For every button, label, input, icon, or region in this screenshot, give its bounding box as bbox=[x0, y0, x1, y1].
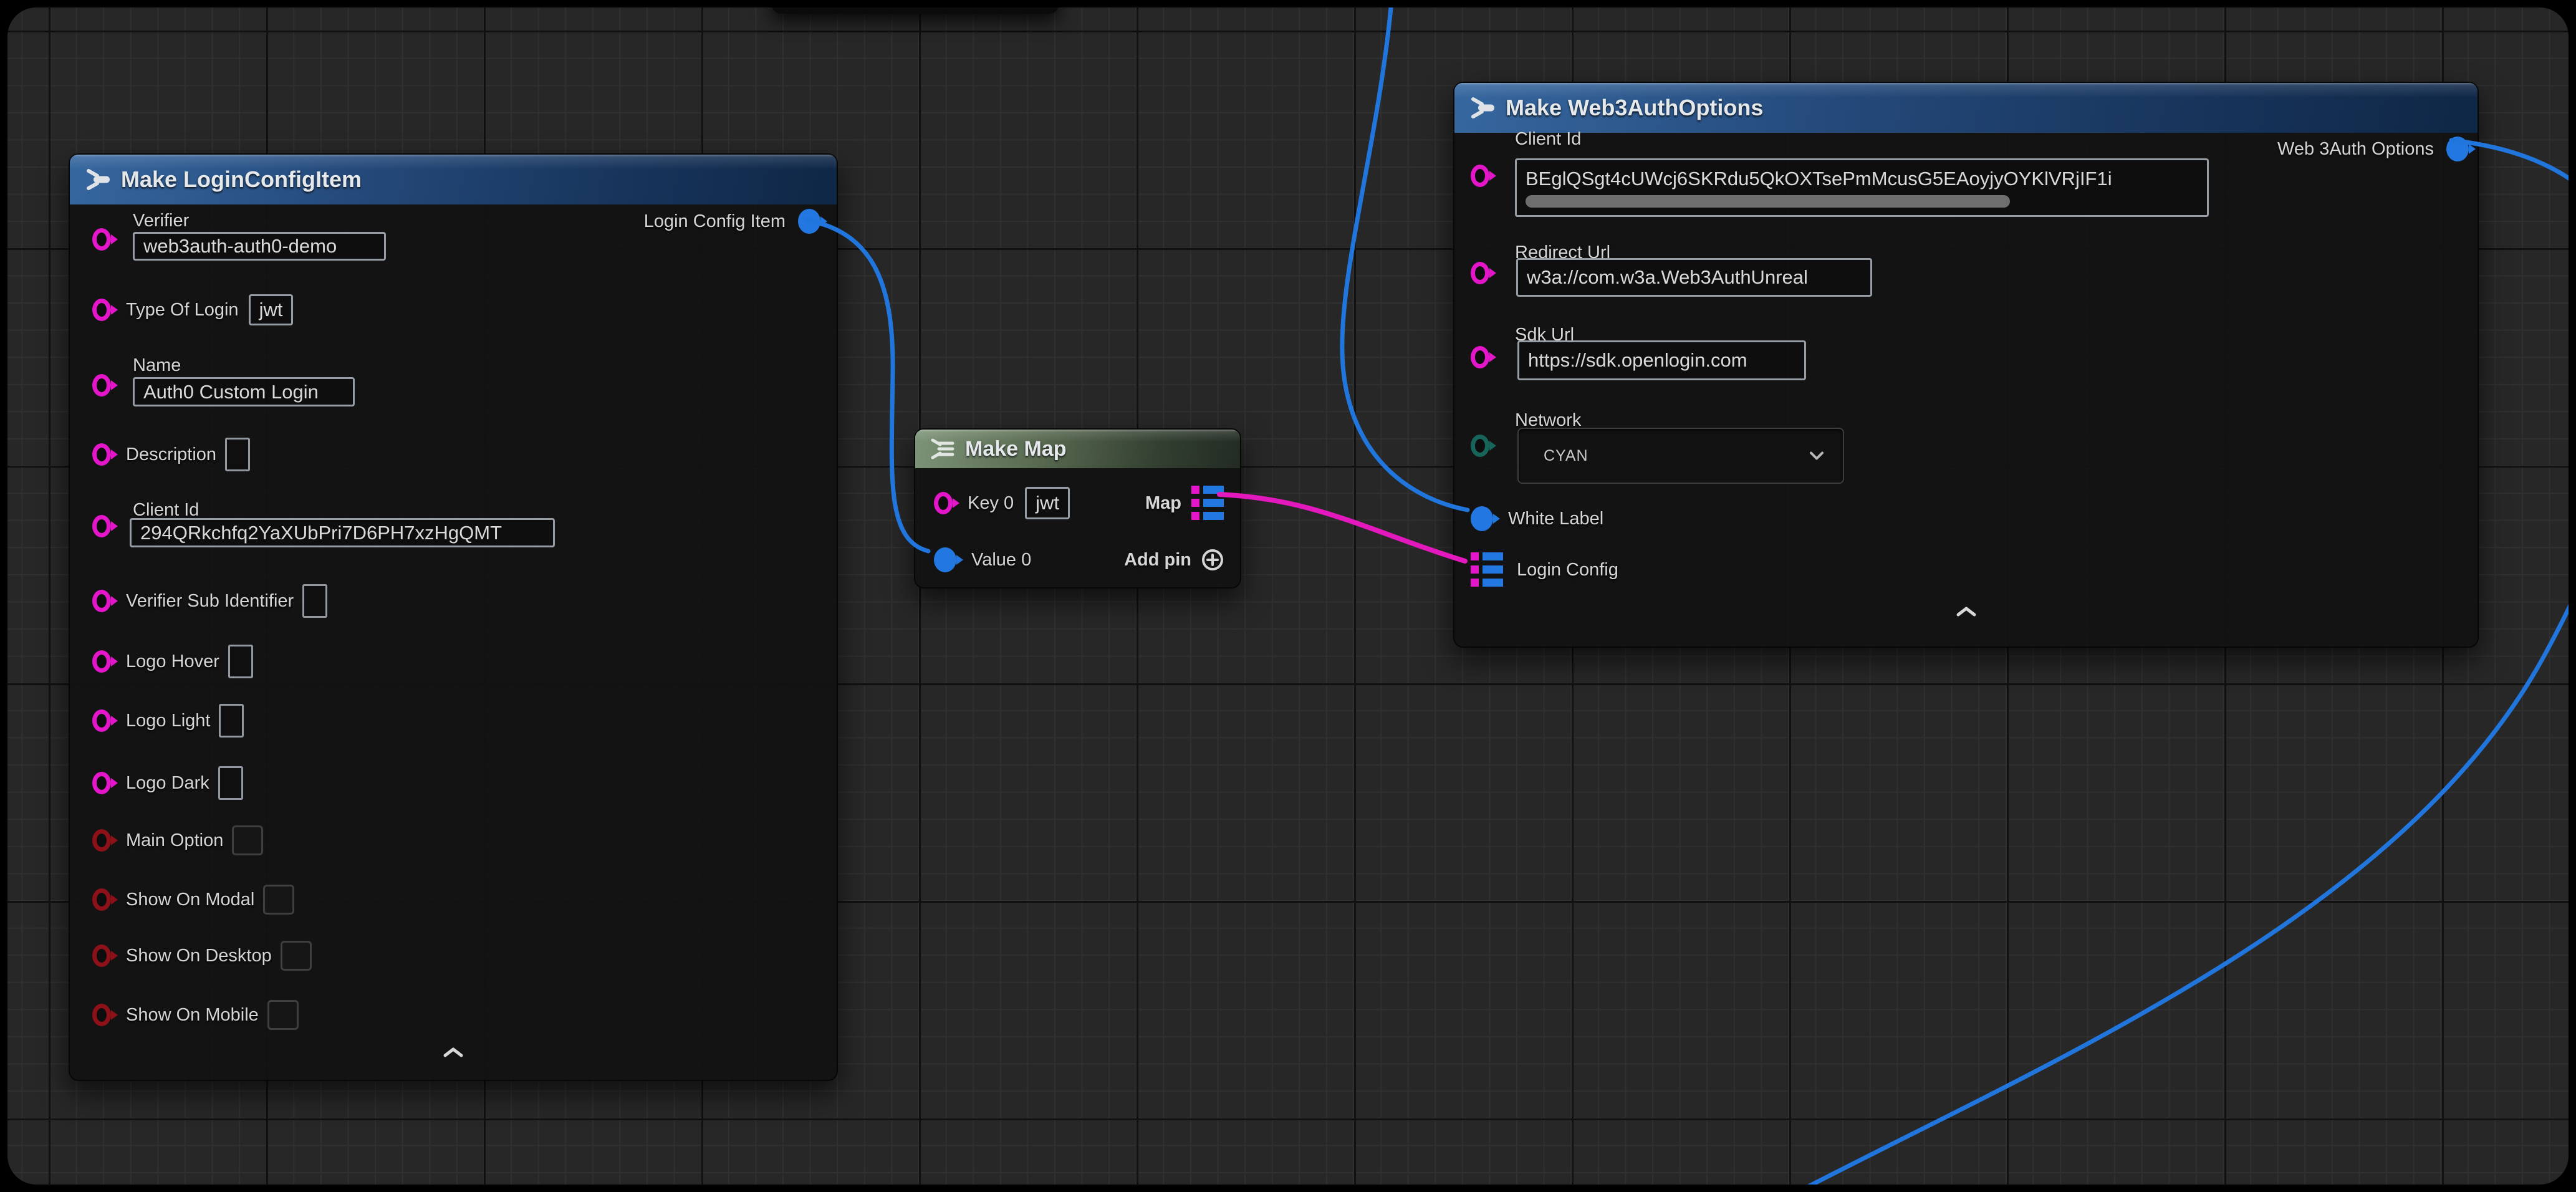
show-on-desktop-pin[interactable] bbox=[92, 944, 111, 967]
network-pin[interactable] bbox=[1471, 435, 1489, 457]
wire-top-to-whitelabel bbox=[1342, 7, 1468, 510]
pin-label-show-on-mobile: Show On Mobile bbox=[126, 1005, 259, 1026]
type-of-login-input[interactable]: jwt bbox=[249, 294, 294, 325]
pin-label-logo-dark: Logo Dark bbox=[126, 773, 209, 794]
pin-label-verifier-sub-identifier: Verifier Sub Identifier bbox=[126, 591, 294, 612]
main-option-checkbox[interactable] bbox=[232, 825, 263, 855]
pin-label-name: Name bbox=[133, 355, 181, 376]
key-0-pin[interactable] bbox=[934, 492, 953, 514]
pin-label-key-0: Key 0 bbox=[968, 493, 1014, 514]
pin-label-logo-hover: Logo Hover bbox=[126, 651, 219, 672]
pin-label-main-option: Main Option bbox=[126, 830, 223, 851]
logo-light-pin[interactable] bbox=[92, 709, 111, 732]
show-on-mobile-checkbox[interactable] bbox=[267, 1000, 299, 1030]
network-selected-value: CYAN bbox=[1544, 447, 1588, 465]
make-struct-icon bbox=[82, 165, 111, 194]
client-id-text: BEglQSgt4cUWcj6SKRdu5QkOXTsePmMcusG5EAoy… bbox=[1526, 168, 2198, 190]
logo-hover-input[interactable] bbox=[228, 645, 253, 678]
main-option-pin[interactable] bbox=[92, 829, 111, 852]
type-of-login-pin[interactable] bbox=[92, 299, 111, 321]
pin-label-login-config: Login Config bbox=[1517, 560, 1618, 580]
client-id-pin[interactable] bbox=[1471, 165, 1489, 187]
pin-label-type-of-login: Type Of Login bbox=[126, 300, 239, 320]
show-on-desktop-checkbox[interactable] bbox=[281, 941, 312, 971]
output-pin-label: Map bbox=[1145, 493, 1181, 514]
logo-hover-pin[interactable] bbox=[92, 650, 111, 673]
client-id-scrollbar[interactable] bbox=[1526, 195, 2010, 208]
node-make-map[interactable]: Make Map Key 0 jwt Map Value 0 bbox=[914, 428, 1241, 589]
sdk-url-input[interactable]: https://sdk.openlogin.com bbox=[1517, 340, 1806, 380]
map-output-pin[interactable] bbox=[1191, 486, 1224, 521]
login-config-item-output-pin[interactable] bbox=[798, 209, 820, 234]
verifier-input[interactable]: web3auth-auth0-demo bbox=[133, 232, 386, 261]
wire-map-to-loginconfig bbox=[1219, 494, 1465, 561]
pin-label-show-on-desktop: Show On Desktop bbox=[126, 946, 272, 966]
redirect-url-pin[interactable] bbox=[1471, 262, 1489, 284]
offscreen-node-bottom bbox=[772, 7, 1059, 14]
graph-canvas[interactable]: Make LoginConfigItem Login Config Item V… bbox=[7, 7, 2569, 1185]
sdk-url-pin[interactable] bbox=[1471, 346, 1489, 368]
node-header[interactable]: Make Web3AuthOptions bbox=[1454, 83, 2477, 133]
pin-label-logo-light: Logo Light bbox=[126, 711, 210, 731]
verifier-sub-identifier-pin[interactable] bbox=[92, 590, 111, 612]
client-id-input[interactable]: 294QRkchfq2YaXUbPri7D6PH7xzHgQMT bbox=[130, 518, 555, 547]
white-label-pin[interactable] bbox=[1471, 506, 1493, 531]
pin-label-value-0: Value 0 bbox=[971, 550, 1031, 570]
network-dropdown[interactable]: CYAN bbox=[1517, 428, 1844, 484]
pin-label-verifier: Verifier bbox=[133, 211, 189, 231]
description-pin[interactable] bbox=[92, 443, 111, 466]
name-pin[interactable] bbox=[92, 374, 111, 397]
login-config-map-pin[interactable] bbox=[1471, 552, 1503, 587]
key-0-input[interactable]: jwt bbox=[1025, 487, 1070, 519]
client-id-input[interactable]: BEglQSgt4cUWcj6SKRdu5QkOXTsePmMcusG5EAoy… bbox=[1515, 158, 2209, 217]
pin-label-white-label: White Label bbox=[1508, 509, 1603, 529]
node-title: Make Web3AuthOptions bbox=[1506, 95, 1763, 121]
logo-dark-input[interactable] bbox=[218, 766, 243, 800]
node-title: Make Map bbox=[965, 437, 1067, 461]
make-map-icon bbox=[928, 436, 955, 461]
output-pin-label: Login Config Item bbox=[644, 211, 786, 232]
name-input[interactable]: Auth0 Custom Login bbox=[133, 377, 355, 406]
logo-dark-pin[interactable] bbox=[92, 772, 111, 794]
node-header[interactable]: Make Map bbox=[915, 430, 1240, 468]
redirect-url-input[interactable]: w3a://com.w3a.Web3AuthUnreal bbox=[1516, 258, 1872, 297]
verifier-sub-identifier-input[interactable] bbox=[302, 584, 327, 618]
blueprint-editor: Make LoginConfigItem Login Config Item V… bbox=[0, 0, 2576, 1192]
verifier-pin[interactable] bbox=[92, 228, 111, 251]
logo-light-input[interactable] bbox=[219, 704, 244, 738]
output-pin-label: Web 3Auth Options bbox=[2277, 139, 2434, 160]
make-struct-icon bbox=[1467, 94, 1496, 122]
client-id-pin[interactable] bbox=[92, 515, 111, 537]
value-0-pin[interactable] bbox=[934, 547, 956, 572]
show-on-modal-checkbox[interactable] bbox=[263, 885, 294, 915]
collapse-node-button[interactable] bbox=[70, 1046, 837, 1059]
show-on-mobile-pin[interactable] bbox=[92, 1004, 111, 1026]
add-pin-label: Add pin bbox=[1124, 550, 1191, 570]
node-make-loginconfigitem[interactable]: Make LoginConfigItem Login Config Item V… bbox=[69, 153, 838, 1081]
node-make-web3authoptions[interactable]: Make Web3AuthOptions Web 3Auth Options C… bbox=[1453, 82, 2479, 648]
add-pin-icon[interactable] bbox=[1200, 547, 1225, 572]
chevron-down-icon bbox=[1809, 451, 1824, 461]
node-header[interactable]: Make LoginConfigItem bbox=[70, 155, 837, 204]
collapse-node-button[interactable] bbox=[1454, 605, 2477, 618]
pin-label-description: Description bbox=[126, 445, 216, 465]
pin-label-show-on-modal: Show On Modal bbox=[126, 890, 254, 910]
web3auth-options-output-pin[interactable] bbox=[2446, 137, 2469, 161]
show-on-modal-pin[interactable] bbox=[92, 888, 111, 911]
pin-label-client-id: Client Id bbox=[1515, 129, 1581, 150]
node-title: Make LoginConfigItem bbox=[121, 166, 362, 193]
description-input[interactable] bbox=[225, 438, 250, 471]
